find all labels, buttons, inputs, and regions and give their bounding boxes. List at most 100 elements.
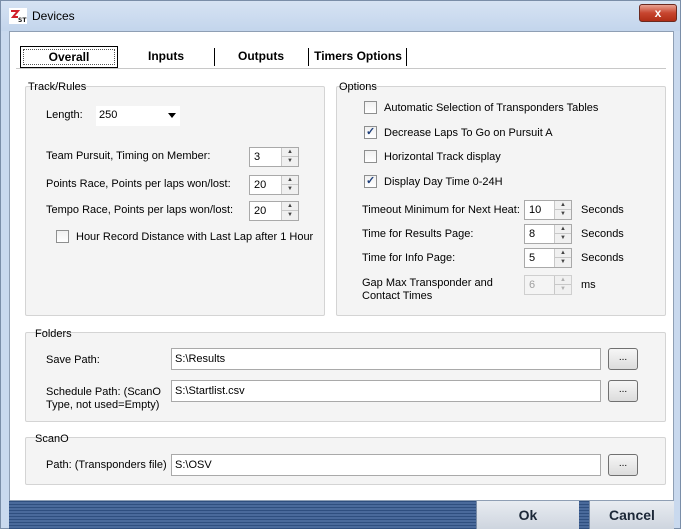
bottom-button-bar: Ok Cancel [9,501,674,529]
tab-inputs[interactable]: Inputs [118,46,214,68]
tab-timers-options-label: Timers Options [314,49,402,63]
tab-separator [406,48,407,66]
hour-record-label: Hour Record Distance with Last Lap after… [76,231,314,243]
gap-max-value: 6 [529,279,536,291]
spin-down-icon[interactable]: ▼ [555,258,571,267]
cancel-button[interactable]: Cancel [589,501,674,529]
points-race-value: 20 [254,179,267,191]
schedule-path-browse-button[interactable]: ... [608,380,638,402]
points-race-label: Points Race, Points per laps won/lost: [46,178,231,190]
info-page-unit: Seconds [581,252,624,264]
tab-outputs[interactable]: Outputs [215,46,307,68]
spinner-buttons: ▲ ▼ [554,249,571,267]
ok-button[interactable]: Ok [476,501,579,529]
spin-down-icon[interactable]: ▼ [282,185,298,194]
spin-up-icon[interactable]: ▲ [282,202,298,211]
save-path-browse-button[interactable]: ... [608,348,638,370]
spin-up-icon[interactable]: ▲ [555,249,571,258]
team-pursuit-value: 3 [254,151,261,163]
spin-down-icon[interactable]: ▼ [282,211,298,220]
gap-max-label-line2: Contact Times [362,290,433,302]
tab-focus-rect [23,49,115,65]
day-time-label: Display Day Time 0-24H [384,176,503,188]
save-path-value: S:\Results [175,353,226,365]
app-logo-icon: ST [9,8,27,24]
tempo-race-value: 20 [254,205,267,217]
transponders-path-label: Path: (Transponders file) [46,459,167,471]
tab-separator [308,48,309,66]
checkmark-icon: ✓ [366,126,376,138]
tab-overall[interactable]: Overall [20,46,118,68]
timeout-unit: Seconds [581,204,624,216]
save-path-input[interactable]: S:\Results [171,348,601,370]
tab-inputs-label: Inputs [148,49,184,63]
dialog-client-area: Overall Inputs Outputs Timers Options Tr… [9,31,674,501]
auto-transponder-checkbox[interactable] [364,101,377,114]
info-page-label: Time for Info Page: [362,252,456,264]
close-button[interactable]: x [639,4,677,22]
transponders-path-input[interactable]: S:\OSV [171,454,601,476]
points-race-spinner[interactable]: 20 ▲ ▼ [249,175,299,195]
scano-title: ScanO [35,433,69,445]
schedule-path-value: S:\Startlist.csv [175,385,245,397]
tab-strip-border [16,68,666,69]
spinner-buttons: ▲ ▼ [554,276,571,294]
button-separator [579,501,589,529]
gap-max-spinner[interactable]: 6 ▲ ▼ [524,275,572,295]
timeout-spinner[interactable]: 10 ▲ ▼ [524,200,572,220]
options-title: Options [339,81,377,93]
results-page-value: 8 [529,228,536,240]
spinner-buttons: ▲ ▼ [281,202,298,220]
team-pursuit-label: Team Pursuit, Timing on Member: [46,150,211,162]
tempo-race-label: Tempo Race, Points per laps won/lost: [46,204,234,216]
decrease-laps-checkbox[interactable]: ✓ [364,126,377,139]
tab-timers-options[interactable]: Timers Options [310,46,406,68]
spin-up-icon[interactable]: ▲ [282,148,298,157]
spinner-buttons: ▲ ▼ [554,225,571,243]
timeout-value: 10 [529,204,542,216]
length-combo[interactable]: 250 [96,106,180,126]
horizontal-track-label: Horizontal Track display [384,151,501,163]
tempo-race-spinner[interactable]: 20 ▲ ▼ [249,201,299,221]
track-rules-title: Track/Rules [28,81,87,93]
schedule-path-input[interactable]: S:\Startlist.csv [171,380,601,402]
spin-down-icon[interactable]: ▼ [555,210,571,219]
team-pursuit-spinner[interactable]: 3 ▲ ▼ [249,147,299,167]
spin-up-icon[interactable]: ▲ [555,225,571,234]
timeout-label: Timeout Minimum for Next Heat: [362,204,520,216]
spinner-buttons: ▲ ▼ [554,201,571,219]
spin-down-icon[interactable]: ▼ [555,234,571,243]
day-time-checkbox[interactable]: ✓ [364,175,377,188]
spinner-buttons: ▲ ▼ [281,148,298,166]
gap-max-label-line1: Gap Max Transponder and [362,277,493,289]
title-bar[interactable]: ST Devices x [1,1,680,31]
dropdown-arrow-icon[interactable] [168,113,176,118]
spin-up-icon[interactable]: ▲ [555,201,571,210]
spin-down-icon[interactable]: ▼ [555,285,571,294]
length-value: 250 [99,109,118,121]
svg-text:ST: ST [18,17,27,24]
auto-transponder-label: Automatic Selection of Transponders Tabl… [384,102,599,114]
checkmark-icon: ✓ [366,175,376,187]
save-path-label: Save Path: [46,354,100,366]
schedule-path-label-line1: Schedule Path: (ScanO [46,386,161,398]
transponders-browse-button[interactable]: ... [608,454,638,476]
horizontal-track-checkbox[interactable] [364,150,377,163]
hour-record-checkbox[interactable] [56,230,69,243]
spin-up-icon[interactable]: ▲ [555,276,571,285]
decrease-laps-label: Decrease Laps To Go on Pursuit A [384,127,553,139]
results-page-unit: Seconds [581,228,624,240]
transponders-path-value: S:\OSV [175,459,212,471]
spin-down-icon[interactable]: ▼ [282,157,298,166]
results-page-spinner[interactable]: 8 ▲ ▼ [524,224,572,244]
gap-max-unit: ms [581,279,596,291]
schedule-path-label-line2: Type, not used=Empty) [46,399,160,411]
devices-window: ST Devices x Overall Inputs Outputs Time… [0,0,681,529]
folders-title: Folders [35,328,72,340]
info-page-value: 5 [529,252,536,264]
spinner-buttons: ▲ ▼ [281,176,298,194]
spin-up-icon[interactable]: ▲ [282,176,298,185]
results-page-label: Time for Results Page: [362,228,474,240]
info-page-spinner[interactable]: 5 ▲ ▼ [524,248,572,268]
window-title: Devices [32,9,75,23]
